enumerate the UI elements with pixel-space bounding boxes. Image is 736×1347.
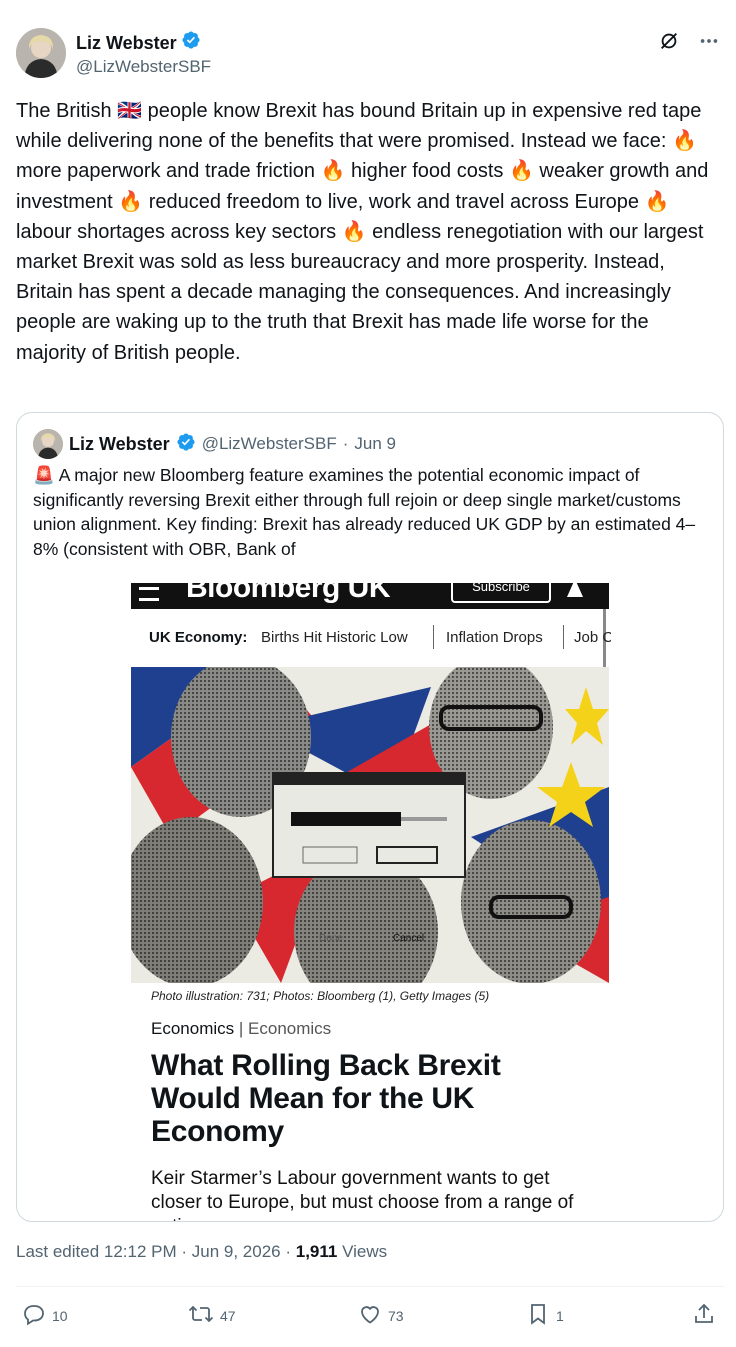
quoted-tweet[interactable]: Liz Webster @LizWebsterSBF · Jun 9 🚨 A m…: [16, 412, 724, 1222]
quote-text: 🚨 A major new Bloomberg feature examines…: [33, 465, 696, 559]
bookmark-count: 1: [556, 1307, 564, 1324]
reply-count: 10: [52, 1307, 68, 1324]
verified-badge-icon: [176, 432, 196, 457]
topic-link: Job C: [574, 629, 611, 646]
fire-icon: 🔥: [671, 130, 697, 153]
photo-illustration: Done Cancel: [131, 667, 609, 983]
article-headline: What Rolling Back Brexit Would Mean for …: [151, 1049, 501, 1148]
section-line: Economics | Economics: [151, 1019, 331, 1039]
views-label: Views: [337, 1242, 388, 1261]
separator-dot: ·: [342, 434, 349, 453]
reply-button[interactable]: 10: [22, 1302, 68, 1329]
repost-button[interactable]: 47: [188, 1302, 236, 1329]
article-dek: Keir Starmer’s Labour government wants t…: [151, 1168, 574, 1221]
account-icon: [567, 583, 583, 597]
menu-icon: [139, 587, 159, 601]
siren-icon: 🚨: [33, 465, 55, 485]
bloomberg-logo: Bloomberg UK: [186, 583, 391, 604]
like-button[interactable]: 73: [358, 1302, 404, 1329]
display-name[interactable]: Liz Webster: [76, 31, 177, 55]
bloomberg-masthead-bar: Bloomberg UK Subscribe: [131, 583, 609, 609]
photo-caption: Photo illustration: 731; Photos: Bloombe…: [151, 989, 490, 1003]
reply-icon: [22, 1302, 46, 1329]
divider: [16, 1286, 724, 1287]
fire-icon: 🔥: [644, 190, 670, 213]
loading-dialog: [272, 772, 466, 878]
verified-badge-icon[interactable]: [181, 30, 201, 55]
topic-link: Inflation Drops: [446, 629, 543, 646]
bookmark-button[interactable]: 1: [526, 1302, 564, 1329]
article-screenshot[interactable]: Bloomberg UK Subscribe UK Economy: Birth…: [131, 583, 611, 1221]
bookmark-icon: [526, 1302, 550, 1329]
tweet-header: Liz Webster @LizWebsterSBF: [16, 28, 720, 80]
dialog-done-button: Done: [319, 933, 343, 944]
handle[interactable]: @LizWebsterSBF: [76, 55, 211, 79]
fire-icon: 🔥: [118, 190, 144, 213]
topic-bar: UK Economy: Births Hit Historic Low Infl…: [131, 609, 611, 667]
subsection-label: Economics: [248, 1019, 332, 1038]
divider: [563, 625, 564, 649]
subscribe-button: Subscribe: [451, 583, 551, 603]
more-options-icon[interactable]: [698, 30, 720, 57]
divider: [433, 625, 434, 649]
quote-avatar[interactable]: [33, 429, 63, 459]
repost-icon: [188, 1302, 214, 1329]
like-count: 73: [388, 1307, 404, 1324]
topic-link: Births Hit Historic Low: [261, 629, 408, 646]
share-icon: [692, 1302, 716, 1329]
tweet-meta: Last edited 12:12 PM · Jun 9, 2026 · 1,9…: [16, 1242, 387, 1262]
quote-date: Jun 9: [354, 434, 396, 453]
quote-handle: @LizWebsterSBF: [201, 434, 337, 453]
section-label: Economics: [151, 1019, 235, 1038]
avatar[interactable]: [16, 28, 66, 78]
views-count: 1,911: [295, 1242, 338, 1261]
fire-icon: 🔥: [341, 220, 367, 243]
uk-flag-icon: 🇬🇧: [117, 100, 143, 122]
share-button[interactable]: [692, 1302, 716, 1329]
fire-icon: 🔥: [320, 160, 346, 183]
grok-icon[interactable]: [658, 30, 680, 57]
dialog-cancel-button: Cancel: [393, 933, 425, 944]
edited-timestamp[interactable]: Last edited 12:12 PM · Jun 9, 2026 ·: [16, 1242, 296, 1261]
action-bar: 10 47 73 1: [16, 1302, 724, 1334]
heart-icon: [358, 1302, 382, 1329]
section-separator: |: [238, 1019, 244, 1038]
repost-count: 47: [220, 1307, 236, 1324]
topic-label: UK Economy:: [149, 629, 248, 646]
tweet-text: The British 🇬🇧 people know Brexit has bo…: [16, 100, 714, 364]
fire-icon: 🔥: [508, 160, 534, 183]
quote-display-name: Liz Webster: [69, 433, 170, 454]
